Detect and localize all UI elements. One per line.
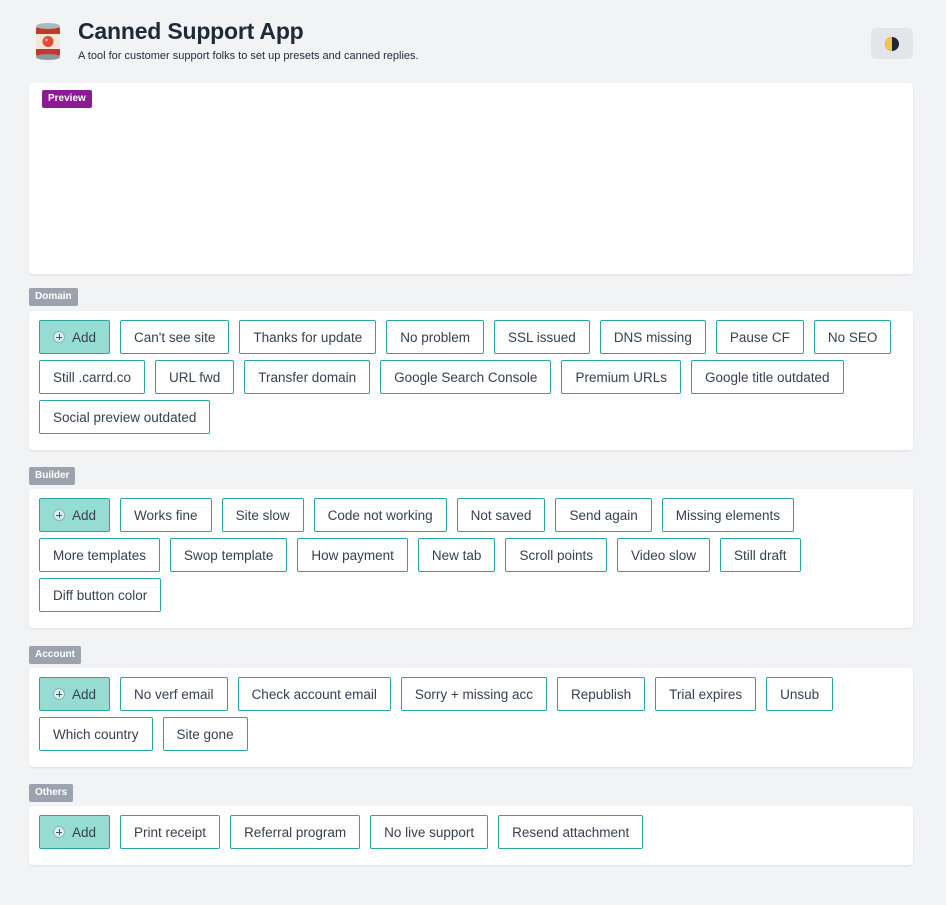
preset-button[interactable]: Pause CF: [715, 320, 804, 354]
theme-toggle-button[interactable]: [871, 28, 913, 59]
preset-button[interactable]: New tab: [417, 538, 496, 572]
preset-button[interactable]: Site gone: [162, 717, 248, 751]
preset-button[interactable]: Missing elements: [661, 498, 795, 532]
preset-button[interactable]: Google Search Console: [380, 360, 552, 394]
preset-button[interactable]: Which country: [39, 717, 153, 751]
preset-button[interactable]: Google title outdated: [690, 360, 844, 394]
preset-button[interactable]: Referral program: [230, 815, 361, 849]
preview-label: Preview: [42, 90, 92, 108]
page-title: Canned Support App: [78, 18, 304, 44]
preview-panel: Preview: [29, 83, 913, 274]
preset-button[interactable]: Swop template: [170, 538, 288, 572]
preset-button[interactable]: Social preview outdated: [39, 400, 211, 434]
section-label-builder: Builder: [29, 467, 76, 485]
preset-button[interactable]: Check account email: [237, 677, 391, 711]
section-label-domain: Domain: [29, 288, 78, 306]
plus-circle-icon: [53, 826, 65, 838]
preset-button[interactable]: Still draft: [720, 538, 801, 572]
preset-button[interactable]: Scroll points: [505, 538, 607, 572]
preset-button[interactable]: Unsub: [766, 677, 834, 711]
add-button-label: Add: [72, 507, 97, 523]
plus-circle-icon: [53, 331, 65, 343]
preset-button[interactable]: Print receipt: [120, 815, 221, 849]
section-label-account: Account: [29, 646, 81, 664]
section-panel-account: Add No verf email Check account email Sorry…: [29, 668, 913, 767]
preset-button[interactable]: Sorry + missing acc: [400, 677, 548, 711]
preset-button[interactable]: SSL issued: [494, 320, 590, 354]
preset-button[interactable]: Trial expires: [655, 677, 757, 711]
add-button[interactable]: Add: [39, 815, 111, 849]
plus-circle-icon: [53, 509, 65, 521]
page-subtitle: A tool for customer support folks to set…: [78, 50, 419, 62]
section-panel-domain: Add Can't see site Thanks for update No pro…: [29, 311, 913, 450]
preset-button[interactable]: Can't see site: [120, 320, 230, 354]
preset-button[interactable]: DNS missing: [599, 320, 706, 354]
add-button-label: Add: [72, 686, 97, 702]
plus-circle-icon: [53, 688, 65, 700]
section-panel-builder: Add Works fine Site slow Code not working No…: [29, 489, 913, 628]
preset-button[interactable]: No problem: [386, 320, 485, 354]
preset-button[interactable]: Code not working: [313, 498, 447, 532]
preset-button[interactable]: Thanks for update: [239, 320, 377, 354]
button-group-builder: Add Works fine Site slow Code not working No…: [39, 498, 903, 618]
half-moon-icon: [885, 36, 899, 51]
add-button[interactable]: Add: [39, 498, 111, 532]
preset-button[interactable]: No SEO: [813, 320, 892, 354]
preset-button[interactable]: Transfer domain: [244, 360, 371, 394]
preset-button[interactable]: Site slow: [221, 498, 304, 532]
preset-button[interactable]: URL fwd: [155, 360, 235, 394]
preset-button[interactable]: Send again: [555, 498, 652, 532]
button-group-account: Add No verf email Check account email Sorry…: [39, 677, 903, 757]
preset-button[interactable]: Premium URLs: [561, 360, 681, 394]
preset-button[interactable]: How payment: [297, 538, 408, 572]
add-button-label: Add: [72, 329, 97, 345]
section-label-others: Others: [29, 784, 74, 802]
button-group-domain: Add Can't see site Thanks for update No pro…: [39, 320, 903, 440]
preset-button[interactable]: Video slow: [616, 538, 711, 572]
button-group-others: Add Print receipt Referral program No live …: [39, 815, 903, 855]
preset-button[interactable]: More templates: [39, 538, 161, 572]
preset-button[interactable]: No live support: [370, 815, 489, 849]
preset-button[interactable]: Not saved: [456, 498, 546, 532]
section-panel-others: Add Print receipt Referral program No live …: [29, 806, 913, 865]
add-button-label: Add: [72, 824, 97, 840]
app-header: Canned Support App A tool for customer s…: [29, 16, 913, 68]
preset-button[interactable]: Works fine: [120, 498, 212, 532]
preset-button[interactable]: Still .carrd.co: [39, 360, 146, 394]
preset-button[interactable]: Resend attachment: [498, 815, 644, 849]
preset-button[interactable]: Diff button color: [39, 578, 162, 612]
preset-button[interactable]: No verf email: [120, 677, 228, 711]
add-button[interactable]: Add: [39, 677, 111, 711]
add-button[interactable]: Add: [39, 320, 111, 354]
tomato-can-icon: [36, 23, 60, 60]
preset-button[interactable]: Republish: [557, 677, 646, 711]
